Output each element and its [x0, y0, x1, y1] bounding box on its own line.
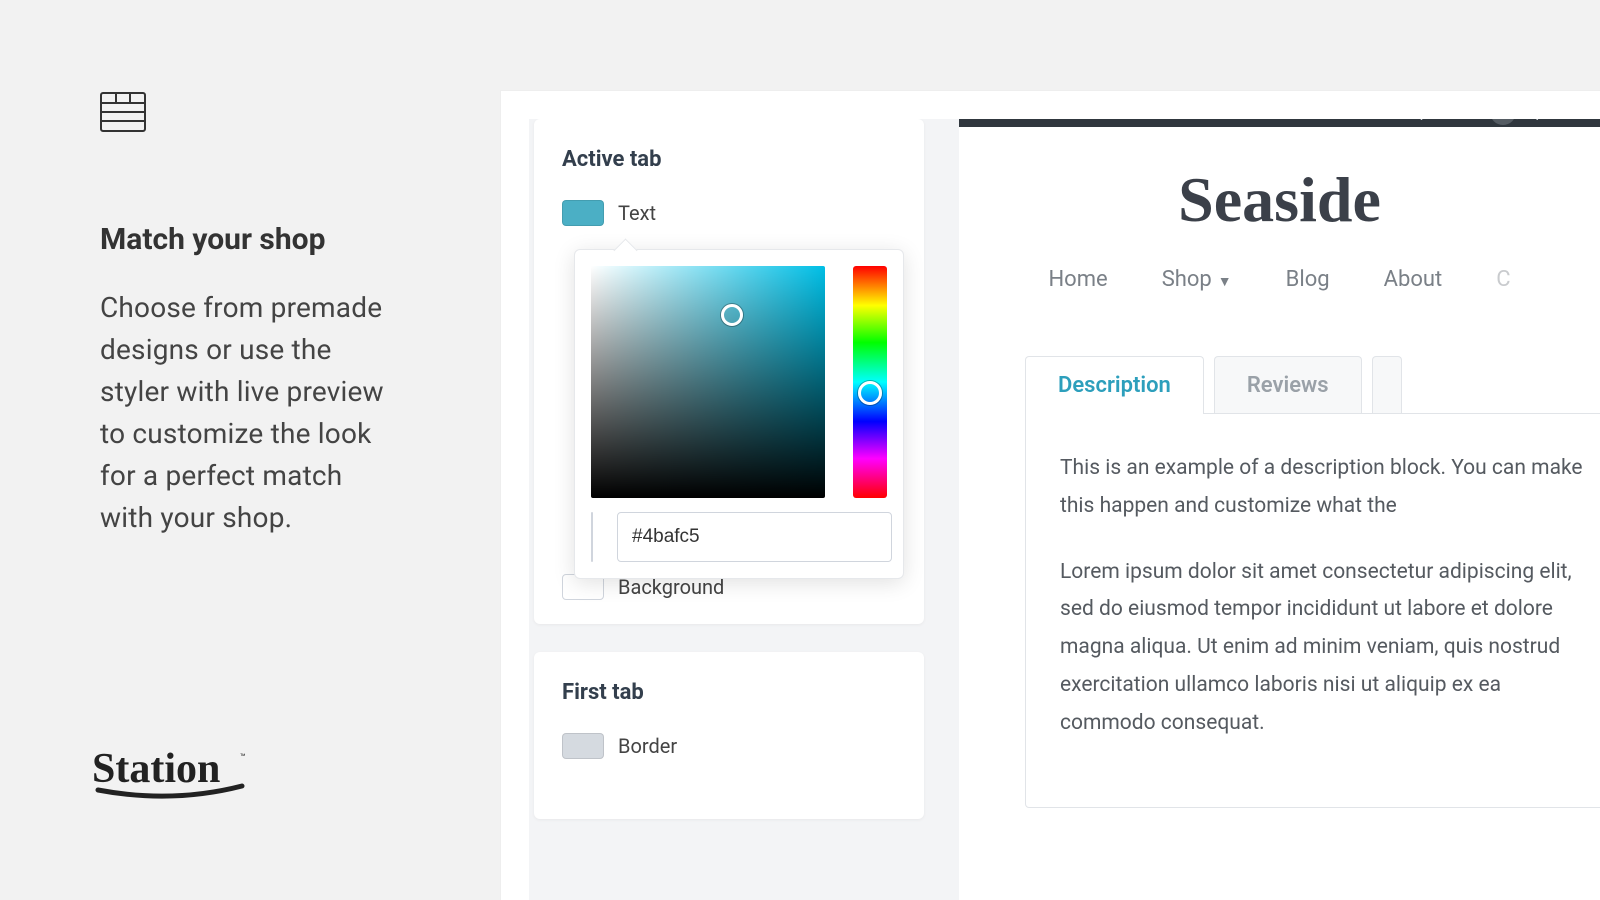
svg-text:Station: Station: [92, 746, 220, 792]
description-para-1: This is an example of a description bloc…: [1060, 450, 1590, 526]
app-panel: Active tab Text Background First tab: [500, 90, 1600, 900]
first-border-label: Border: [618, 734, 677, 758]
tab-content: This is an example of a description bloc…: [1025, 413, 1600, 808]
description-para-2: Lorem ipsum dolor sit amet consectetur a…: [1060, 554, 1590, 743]
hue-handle[interactable]: [858, 381, 882, 405]
nav-blog[interactable]: Blog: [1286, 267, 1330, 292]
nav-about[interactable]: About: [1384, 267, 1443, 292]
first-tab-heading: First tab: [562, 680, 896, 705]
hex-input[interactable]: [617, 512, 892, 562]
preview-topbar: Checkout / 0 /: [959, 119, 1600, 127]
station-logo: Station ™: [92, 742, 252, 806]
active-tab-heading: Active tab: [562, 147, 896, 172]
hue-slider[interactable]: [853, 266, 887, 498]
tab-description[interactable]: Description: [1025, 356, 1204, 414]
promo-body: Choose from premade designs or use the s…: [100, 287, 400, 539]
cart-icon[interactable]: [1448, 119, 1470, 125]
shop-logo: Seaside: [959, 163, 1600, 237]
promo-title: Match your shop: [100, 222, 400, 257]
tab-extra[interactable]: [1372, 356, 1402, 414]
nav-more[interactable]: C: [1496, 267, 1510, 292]
active-text-swatch[interactable]: [562, 200, 604, 226]
saturation-value-area[interactable]: [591, 266, 825, 498]
checkout-link[interactable]: Checkout: [1319, 119, 1400, 124]
svg-text:™: ™: [240, 753, 246, 763]
alpha-swatch[interactable]: [591, 512, 593, 562]
color-picker: [574, 249, 904, 579]
search-icon[interactable]: [1564, 119, 1584, 125]
shop-nav: Home Shop▼ Blog About C: [959, 267, 1600, 292]
wireframe-icon: [100, 92, 400, 136]
nav-home[interactable]: Home: [1048, 267, 1107, 292]
sv-handle[interactable]: [721, 304, 743, 326]
live-preview: Checkout / 0 / Seaside: [959, 119, 1600, 900]
tab-reviews[interactable]: Reviews: [1214, 356, 1362, 414]
cart-count-badge: 0: [1490, 119, 1516, 125]
nav-shop[interactable]: Shop▼: [1162, 267, 1232, 292]
active-text-label: Text: [618, 201, 656, 225]
chevron-down-icon: ▼: [1218, 273, 1232, 290]
first-border-swatch[interactable]: [562, 733, 604, 759]
first-tab-card: First tab Border: [534, 652, 924, 819]
